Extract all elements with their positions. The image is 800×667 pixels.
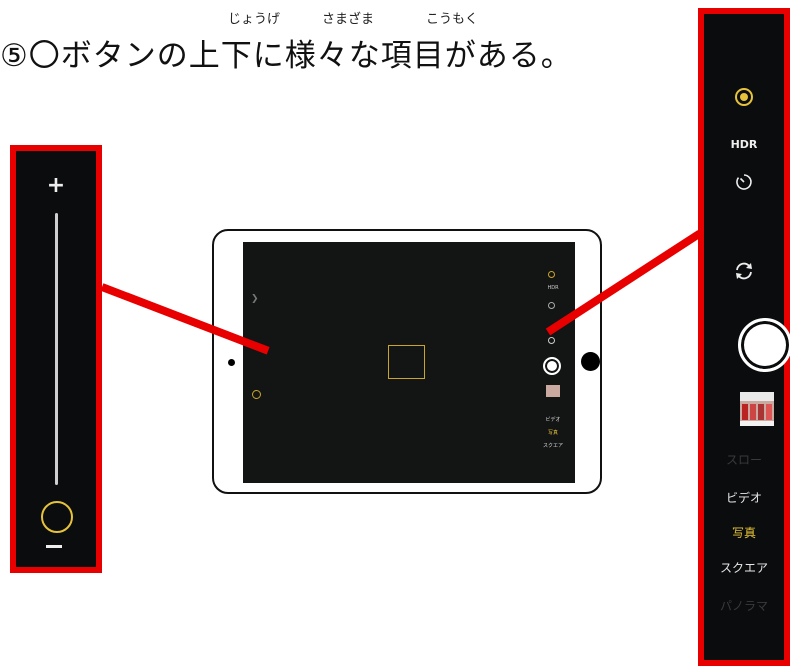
focus-frame — [388, 345, 425, 379]
furigana-samazama: さまざま — [322, 12, 375, 27]
page-title: ⑤〇ボタンの上下に様々な項目がある。 — [0, 38, 573, 74]
zoom-slider-knob[interactable] — [41, 501, 73, 533]
hdr-toggle[interactable]: HDR — [704, 138, 784, 151]
front-camera — [228, 359, 235, 366]
mini-mode-photo: 写真 — [547, 430, 558, 436]
live-photo-icon[interactable] — [704, 88, 784, 110]
mode-square[interactable]: スクエア — [704, 559, 784, 576]
mini-mode-video: ビデオ — [545, 417, 561, 423]
switch-camera-icon[interactable] — [704, 260, 784, 286]
furigana-koumoku: こうもく — [426, 12, 479, 27]
home-button — [581, 352, 600, 371]
zoom-out-icon[interactable] — [46, 545, 62, 548]
mini-thumbnail — [546, 385, 560, 397]
mode-panorama[interactable]: パノラマ — [704, 597, 784, 614]
mini-timer-icon — [548, 302, 555, 309]
mini-live-icon — [548, 271, 555, 278]
chevron-right-icon: ❯ — [251, 294, 259, 304]
mode-video[interactable]: ビデオ — [704, 489, 784, 506]
mini-hdr-label: HDR — [547, 285, 559, 291]
zoom-slider-panel: + — [10, 145, 102, 573]
mini-mode-square: スクエア — [542, 443, 563, 449]
mode-slow[interactable]: スロー — [704, 451, 784, 468]
ipad-illustration: ❯ HDR ビデオ 写真 スクエア — [212, 229, 602, 494]
mini-shutter-button — [543, 357, 561, 375]
zoom-slider-track[interactable] — [55, 213, 58, 485]
camera-screen: ❯ HDR ビデオ 写真 スクエア — [243, 242, 575, 483]
mini-flip-icon — [548, 337, 555, 344]
camera-mode-panel: HDR スロー ビデオ 写真 スクエア パノラマ — [698, 8, 792, 666]
furigana-jouge: じょうげ — [228, 12, 281, 27]
photo-thumbnail[interactable] — [740, 392, 774, 426]
zoom-in-icon[interactable]: + — [16, 173, 96, 198]
shutter-button[interactable] — [738, 318, 792, 372]
mini-zoom-knob — [252, 390, 261, 399]
mode-photo[interactable]: 写真 — [704, 524, 784, 541]
timer-icon[interactable] — [704, 172, 784, 196]
